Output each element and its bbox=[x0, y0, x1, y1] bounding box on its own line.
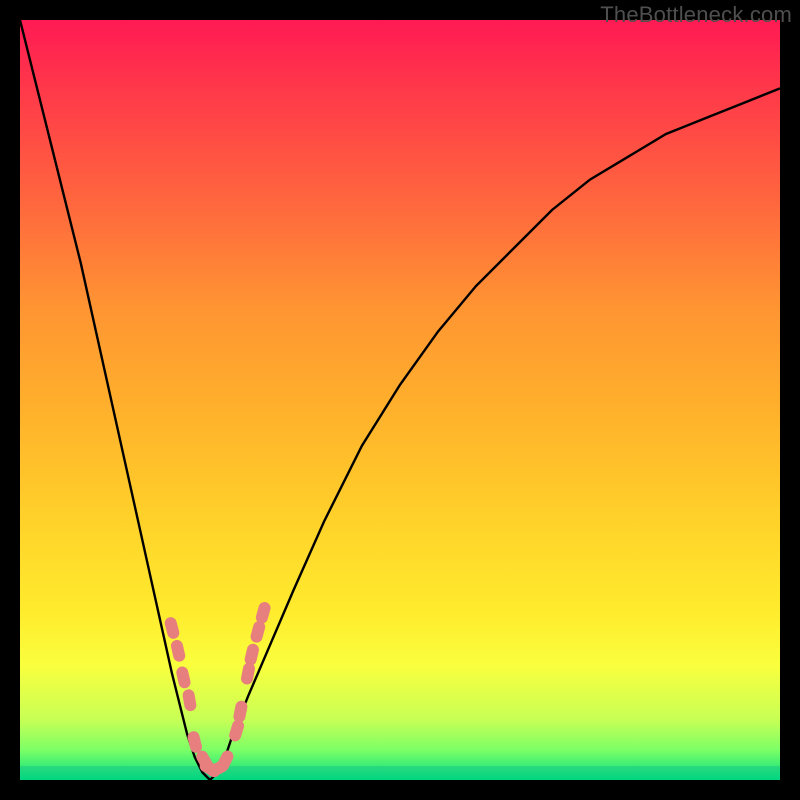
plot-frame bbox=[20, 20, 780, 780]
curve-marker bbox=[170, 639, 187, 663]
curve-marker bbox=[182, 688, 198, 712]
curve-marker bbox=[163, 616, 180, 640]
plot-inner bbox=[20, 20, 780, 780]
chart-stage: TheBottleneck.com bbox=[0, 0, 800, 800]
curve-marker bbox=[186, 730, 203, 754]
curve-marker bbox=[249, 620, 266, 644]
bottleneck-curve-path bbox=[20, 20, 780, 780]
curve-layer bbox=[20, 20, 780, 780]
curve-markers bbox=[163, 601, 272, 780]
curve-marker bbox=[232, 700, 248, 724]
curve-marker bbox=[254, 601, 271, 625]
curve-marker bbox=[243, 643, 260, 667]
curve-marker bbox=[175, 665, 192, 689]
